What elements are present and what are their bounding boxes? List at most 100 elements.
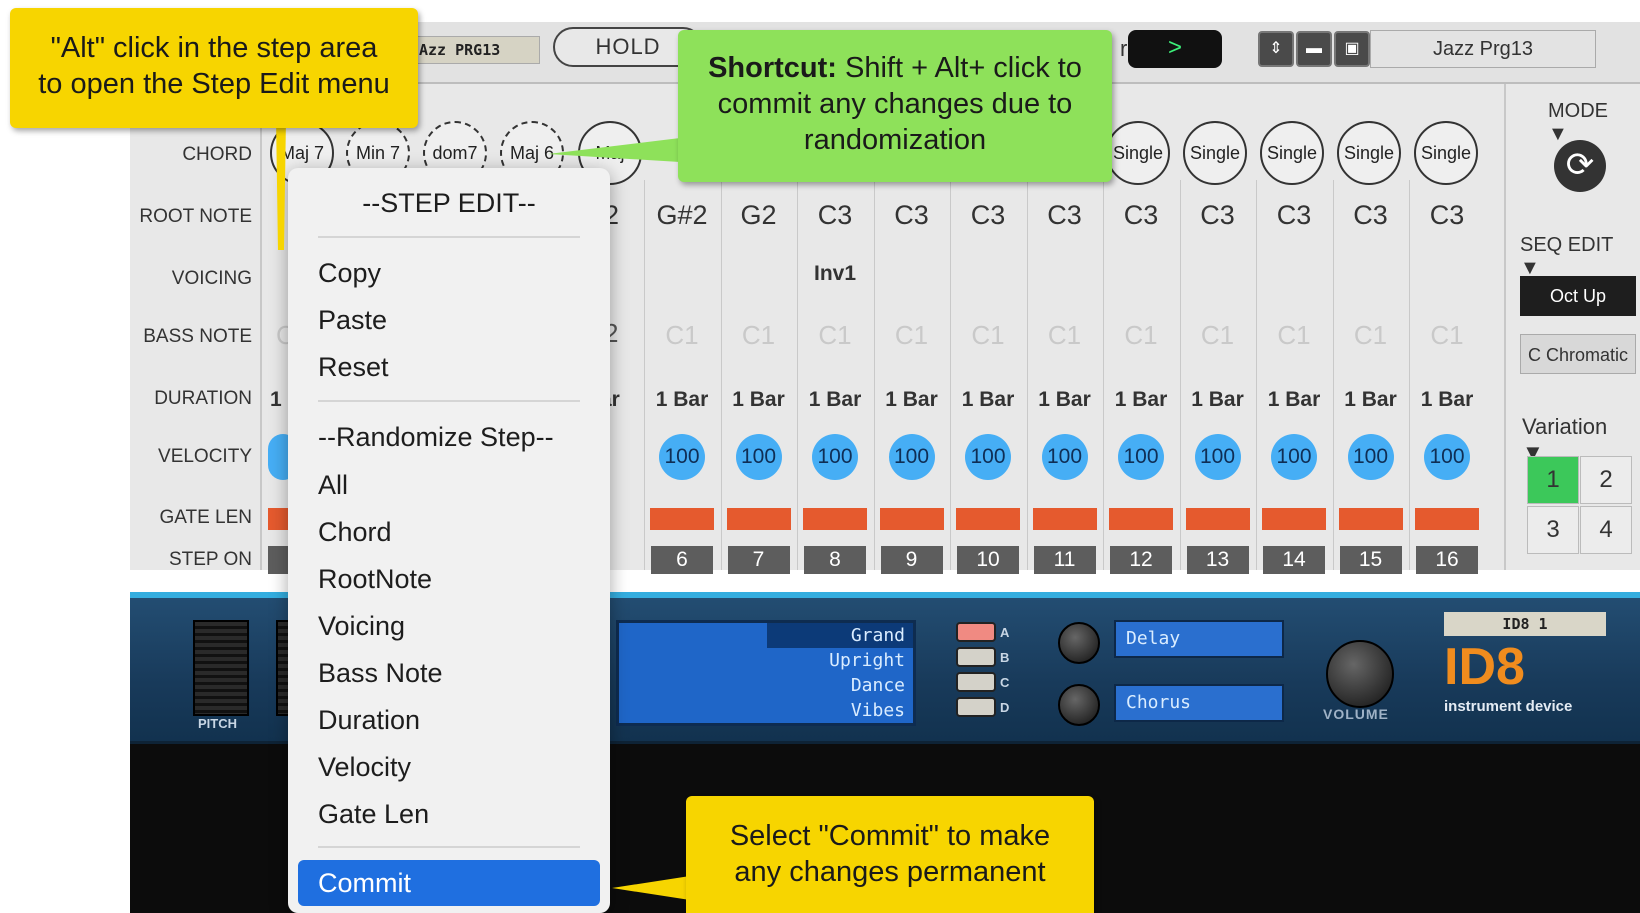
patch-browse-arrows-icon[interactable]: ⇕: [1258, 31, 1294, 67]
step-gate-bar[interactable]: [956, 508, 1020, 530]
step-gate-bar[interactable]: [726, 508, 791, 530]
step-bass-note[interactable]: C1: [1258, 320, 1330, 351]
step-root-note[interactable]: C3: [799, 200, 871, 231]
step-root-note[interactable]: C3: [1335, 200, 1407, 231]
step-on-button[interactable]: 11: [1033, 546, 1096, 574]
step-duration[interactable]: 1 Bar: [645, 388, 719, 412]
menu-item-copy[interactable]: Copy: [318, 258, 381, 289]
menu-item-randomize-chord[interactable]: Chord: [318, 517, 392, 548]
save-icon[interactable]: ▣: [1334, 31, 1370, 67]
step-bass-note[interactable]: C1: [952, 320, 1024, 351]
step-duration[interactable]: 1 Bar: [722, 388, 796, 412]
sound-item[interactable]: Vibes: [619, 698, 913, 723]
step-gate-bar[interactable]: [1415, 508, 1479, 530]
step-on-button[interactable]: 7: [727, 546, 790, 574]
menu-item-randomize-voicing[interactable]: Voicing: [318, 611, 405, 642]
step-duration[interactable]: 1 Bar: [951, 388, 1025, 412]
step-duration[interactable]: 1 Bar: [1028, 388, 1102, 412]
play-button[interactable]: >: [1128, 30, 1222, 68]
step-on-button[interactable]: 6: [651, 546, 713, 574]
step-velocity-knob[interactable]: 100: [888, 434, 935, 480]
step-root-note[interactable]: C3: [952, 200, 1024, 231]
step-velocity-knob[interactable]: 100: [965, 434, 1011, 480]
sound-a-button[interactable]: [956, 622, 996, 642]
step-velocity-knob[interactable]: 100: [1194, 434, 1241, 480]
scale-value[interactable]: C Chromatic: [1520, 334, 1636, 374]
menu-item-randomize-gate-len[interactable]: Gate Len: [318, 799, 429, 830]
step-bass-note[interactable]: C1: [1411, 320, 1483, 351]
step-root-note[interactable]: C3: [1105, 200, 1177, 231]
sound-item[interactable]: Upright: [619, 648, 913, 673]
sound-d-button[interactable]: [956, 697, 996, 717]
step-gate-bar[interactable]: [803, 508, 867, 530]
step-bass-note[interactable]: C1: [723, 320, 795, 351]
step-duration[interactable]: 1 Bar: [1334, 388, 1408, 412]
step-root-note[interactable]: C3: [1029, 200, 1101, 231]
step-bass-note[interactable]: C1: [646, 320, 718, 351]
step-on-button[interactable]: 16: [1416, 546, 1478, 574]
step-duration[interactable]: 1 Bar: [1181, 388, 1255, 412]
step-duration[interactable]: 1: [270, 388, 282, 412]
variation-1-button[interactable]: 1: [1527, 456, 1579, 504]
menu-item-randomize-rootnote[interactable]: RootNote: [318, 564, 432, 595]
step-on-button[interactable]: 13: [1186, 546, 1249, 574]
step-bass-note[interactable]: C1: [876, 320, 948, 351]
step-root-note[interactable]: G#2: [646, 200, 718, 231]
step-gate-bar[interactable]: [1338, 508, 1403, 530]
step-on-button[interactable]: 10: [957, 546, 1019, 574]
menu-item-reset[interactable]: Reset: [318, 352, 389, 383]
step-duration[interactable]: 1 Bar: [1104, 388, 1178, 412]
step-duration[interactable]: 1 Bar: [1410, 388, 1484, 412]
step-bass-note[interactable]: C1: [799, 320, 871, 351]
step-bass-note[interactable]: C1: [1335, 320, 1407, 351]
step-velocity-knob[interactable]: 100: [735, 434, 782, 480]
menu-item-randomize-bass-note[interactable]: Bass Note: [318, 658, 443, 689]
step-gate-bar[interactable]: [1262, 508, 1326, 530]
step-on-button[interactable]: 9: [880, 546, 943, 574]
step-velocity-knob[interactable]: 100: [1271, 434, 1317, 480]
chorus-knob[interactable]: [1058, 684, 1100, 726]
step-gate-bar[interactable]: [1185, 508, 1250, 530]
step-gate-bar[interactable]: [1109, 508, 1173, 530]
sound-c-button[interactable]: [956, 672, 996, 692]
step-chord-button[interactable]: Single: [1337, 121, 1401, 185]
seq-edit-label[interactable]: SEQ EDIT ▼: [1520, 234, 1626, 280]
step-duration[interactable]: 1 Bar: [875, 388, 949, 412]
step-root-note[interactable]: C3: [876, 200, 948, 231]
folder-icon[interactable]: ▬: [1296, 31, 1332, 67]
step-velocity-knob[interactable]: 100: [1041, 434, 1088, 480]
step-root-note[interactable]: C3: [1258, 200, 1330, 231]
delay-knob[interactable]: [1058, 622, 1100, 664]
step-duration[interactable]: 1 Bar: [798, 388, 872, 412]
menu-item-commit[interactable]: Commit: [298, 860, 600, 906]
step-voicing[interactable]: Inv1: [799, 262, 871, 286]
step-chord-button[interactable]: Single: [1183, 121, 1247, 185]
sound-item[interactable]: Dance: [619, 673, 913, 698]
menu-item-paste[interactable]: Paste: [318, 305, 387, 336]
step-root-note[interactable]: C3: [1182, 200, 1254, 231]
volume-knob[interactable]: [1326, 640, 1394, 708]
menu-item-randomize-velocity[interactable]: Velocity: [318, 752, 411, 783]
step-bass-note[interactable]: C1: [1182, 320, 1254, 351]
mode-label[interactable]: MODE ▼: [1548, 100, 1626, 146]
step-gate-bar[interactable]: [650, 508, 714, 530]
step-bass-note[interactable]: C1: [1029, 320, 1101, 351]
cycle-mode-icon[interactable]: ⟳: [1554, 140, 1606, 192]
step-on-button[interactable]: 8: [804, 546, 866, 574]
step-velocity-knob[interactable]: 100: [812, 434, 858, 480]
seq-edit-value[interactable]: Oct Up: [1520, 276, 1636, 316]
step-bass-note[interactable]: C1: [1105, 320, 1177, 351]
step-root-note[interactable]: G2: [723, 200, 795, 231]
step-chord-button[interactable]: Single: [1106, 121, 1170, 185]
step-on-button[interactable]: 15: [1339, 546, 1402, 574]
step-chord-button[interactable]: Single: [1260, 121, 1324, 185]
variation-3-button[interactable]: 3: [1527, 506, 1579, 554]
variation-4-button[interactable]: 4: [1580, 506, 1632, 554]
step-gate-bar[interactable]: [879, 508, 944, 530]
step-velocity-knob[interactable]: 100: [1424, 434, 1470, 480]
pitch-wheel[interactable]: [193, 620, 249, 716]
step-on-button[interactable]: 14: [1263, 546, 1325, 574]
step-gate-bar[interactable]: [1032, 508, 1097, 530]
menu-item-randomize-all[interactable]: All: [318, 470, 348, 501]
sound-item[interactable]: Grand: [767, 623, 913, 648]
